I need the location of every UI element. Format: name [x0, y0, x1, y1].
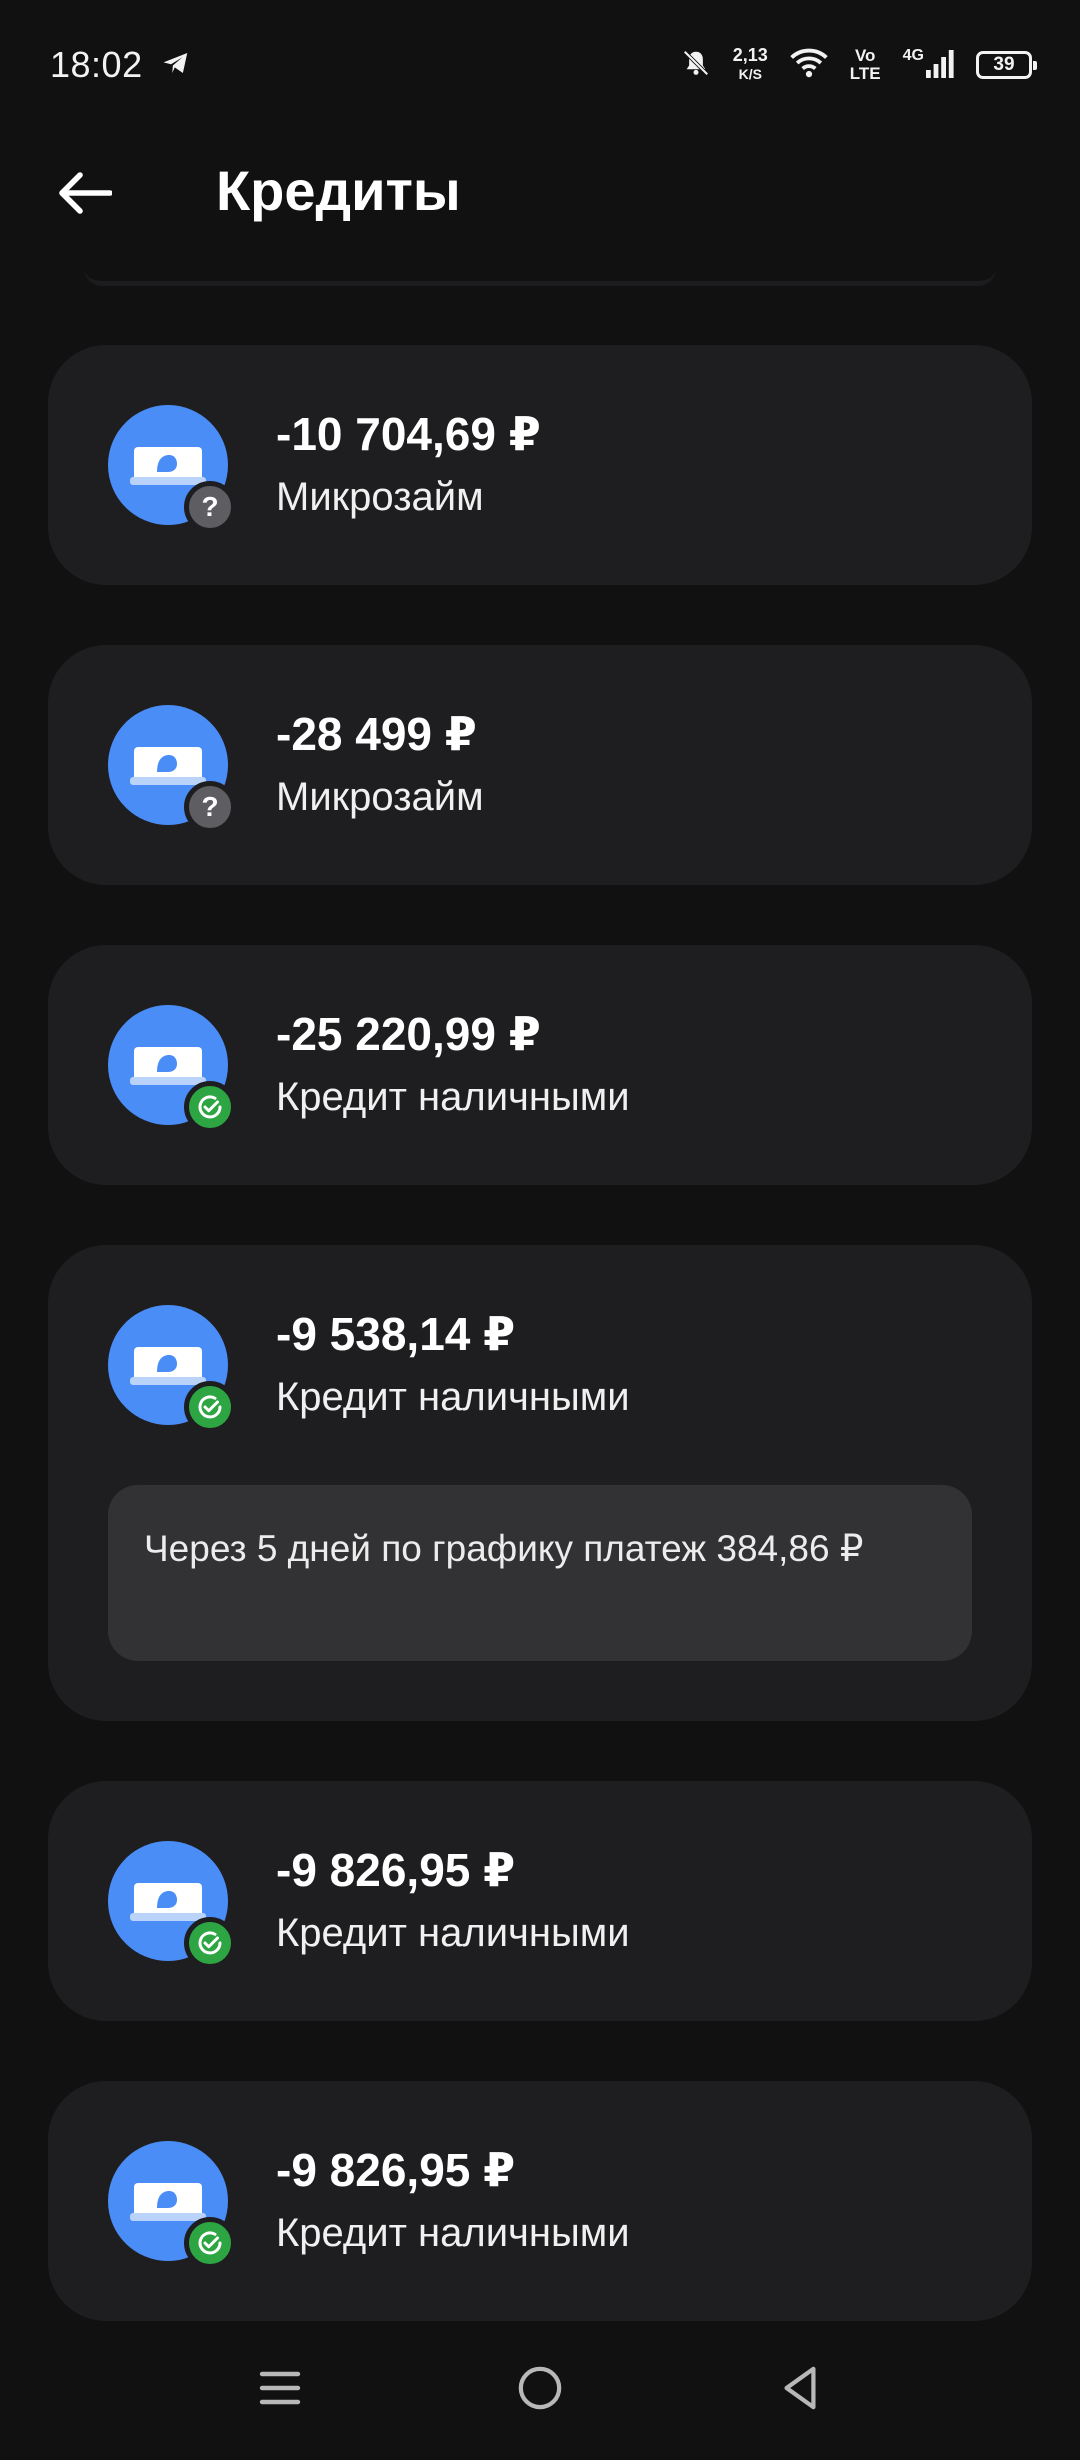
- page-title: Кредиты: [216, 159, 461, 222]
- credit-type: Микрозайм: [276, 775, 484, 819]
- speed-unit: K/S: [738, 66, 762, 82]
- banknote-icon: [130, 1047, 206, 1085]
- telegram-icon: [161, 48, 191, 83]
- status-bar: 18:02 2,13 K/S Vo LTE 4G 39: [0, 0, 1080, 130]
- check-circle-icon: [184, 2217, 236, 2269]
- credit-type: Кредит наличными: [276, 2211, 630, 2255]
- credit-type: Кредит наличными: [276, 1375, 630, 1419]
- credit-card[interactable]: -25 220,99 ₽ Кредит наличными: [48, 945, 1032, 1185]
- app-bar: Кредиты: [0, 130, 1080, 256]
- credit-type: Кредит наличными: [276, 1075, 630, 1119]
- cellular-signal: 4G: [902, 46, 954, 83]
- network-type: 4G: [902, 46, 924, 64]
- volte-indicator: Vo LTE: [850, 47, 881, 83]
- credit-amount: -25 220,99 ₽: [276, 1008, 541, 1060]
- credit-amount: -10 704,69 ₽: [276, 408, 541, 460]
- check-circle-icon: [184, 1381, 236, 1433]
- question-icon: ?: [184, 481, 236, 533]
- status-time: 18:02: [50, 44, 143, 85]
- back-nav-button[interactable]: [755, 2345, 845, 2435]
- battery-icon: 39: [976, 51, 1037, 79]
- back-button[interactable]: [50, 160, 120, 230]
- volte-top: Vo: [854, 46, 876, 65]
- banknote-icon: [130, 1883, 206, 1921]
- menu-icon: [258, 2366, 302, 2415]
- banknote-icon: [130, 747, 206, 785]
- credit-card[interactable]: -9 826,95 ₽ Кредит наличными: [48, 1781, 1032, 2021]
- credit-amount: -9 826,95 ₽: [276, 1844, 516, 1896]
- banknote-icon: [130, 447, 206, 485]
- credit-amount: -9 538,14 ₽: [276, 1308, 516, 1360]
- system-nav-bar: [0, 2320, 1080, 2460]
- check-circle-icon: [184, 1081, 236, 1133]
- payment-notice: Через 5 дней по графику платеж 384,86 ₽: [108, 1485, 972, 1661]
- previous-card-edge: [84, 268, 996, 286]
- signal-icon: [926, 48, 954, 83]
- battery-level: 39: [993, 54, 1015, 75]
- credits-screen: 18:02 2,13 K/S Vo LTE 4G 39 Кредиты ? -1…: [0, 0, 1080, 2460]
- recents-button[interactable]: [235, 2345, 325, 2435]
- credit-card[interactable]: -9 538,14 ₽ Кредит наличными Через 5 дне…: [48, 1245, 1032, 1721]
- wifi-icon: [790, 48, 828, 83]
- circle-icon: [517, 2365, 563, 2416]
- question-icon: ?: [184, 781, 236, 833]
- credit-card[interactable]: -9 826,95 ₽ Кредит наличными: [48, 2081, 1032, 2321]
- credit-type: Кредит наличными: [276, 1911, 630, 1955]
- credit-card[interactable]: ? -28 499 ₽ Микрозайм: [48, 645, 1032, 885]
- credit-amount: -28 499 ₽: [276, 708, 477, 760]
- credit-amount: -9 826,95 ₽: [276, 2144, 516, 2196]
- credit-type: Микрозайм: [276, 475, 484, 519]
- triangle-back-icon: [780, 2365, 820, 2416]
- bell-off-icon: [681, 47, 711, 84]
- network-speed: 2,13 K/S: [733, 46, 768, 84]
- banknote-icon: [130, 2183, 206, 2221]
- banknote-icon: [130, 1347, 206, 1385]
- arrow-left-icon: [58, 171, 113, 220]
- home-button[interactable]: [495, 2345, 585, 2435]
- credit-card[interactable]: ? -10 704,69 ₽ Микрозайм: [48, 345, 1032, 585]
- check-circle-icon: [184, 1917, 236, 1969]
- volte-bottom: LTE: [849, 64, 881, 83]
- speed-value: 2,13: [732, 45, 768, 65]
